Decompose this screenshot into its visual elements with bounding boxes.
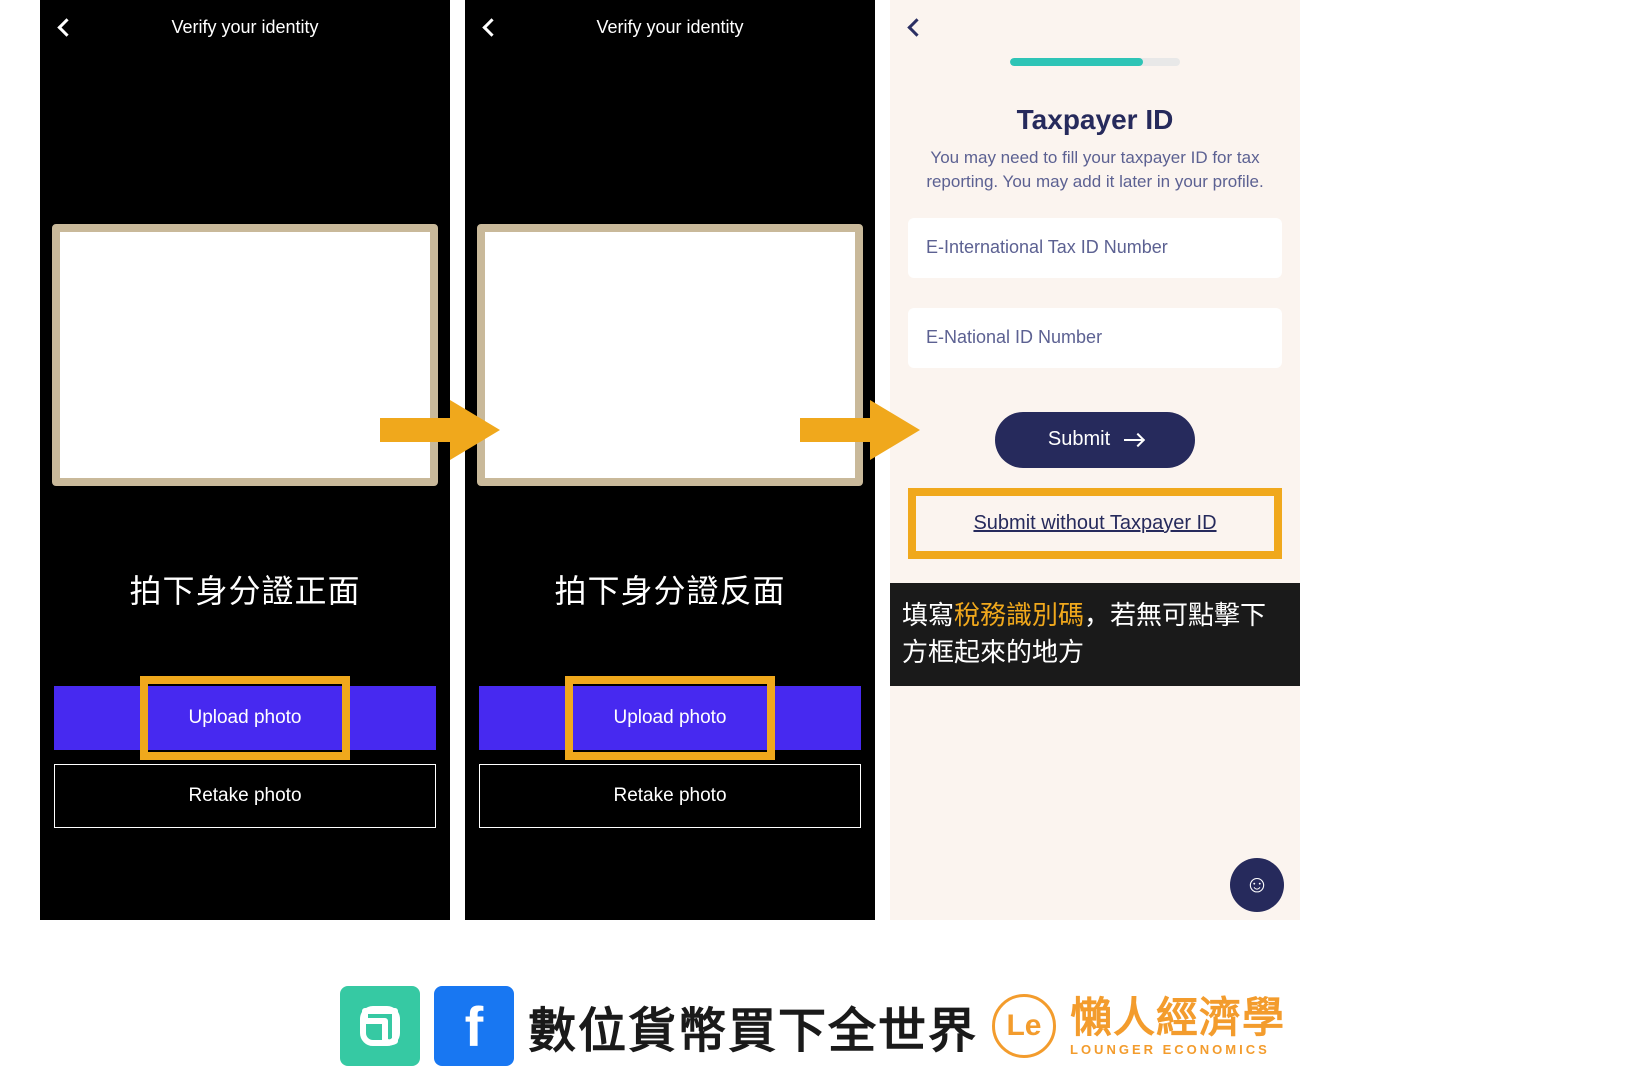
input-placeholder: E-National ID Number	[926, 327, 1102, 348]
app-logo-icon	[340, 986, 420, 1066]
caption-text: 拍下身分證反面	[495, 566, 845, 612]
taxpayer-desc: You may need to fill your taxpayer ID fo…	[890, 136, 1300, 194]
submit-label: Submit	[1048, 428, 1110, 451]
upload-label: Upload photo	[613, 707, 726, 729]
footer: f 數位貨幣買下全世界 Le 懶人經濟學 LOUNGER ECONOMICS	[0, 986, 1625, 1066]
retake-photo-button[interactable]: Retake photo	[479, 764, 861, 828]
upload-photo-button[interactable]: Upload photo	[479, 686, 861, 750]
flow-arrow-icon	[380, 400, 500, 460]
annotation-tip: 填寫稅務識別碼，若無可點擊下方框起來的地方	[890, 583, 1300, 686]
upload-photo-button[interactable]: Upload photo	[54, 686, 436, 750]
progress-bar	[890, 58, 1300, 66]
facebook-icon: f	[434, 986, 514, 1066]
retake-photo-button[interactable]: Retake photo	[54, 764, 436, 828]
intl-tax-id-input[interactable]: E-International Tax ID Number	[908, 218, 1282, 278]
topbar: Verify your identity	[40, 0, 450, 54]
screen-taxpayer-id: Taxpayer ID You may need to fill your ta…	[890, 0, 1300, 920]
taxpayer-title: Taxpayer ID	[890, 104, 1300, 136]
tip-prefix: 填寫	[902, 600, 954, 630]
submit-without-link[interactable]: Submit without Taxpayer ID	[973, 512, 1216, 534]
caption-box: 拍下身分證反面	[489, 546, 851, 632]
back-icon[interactable]	[904, 17, 924, 37]
page-title: Verify your identity	[465, 17, 875, 38]
brand-main: 懶人經濟學	[1070, 997, 1285, 1039]
footer-slogan: 數位貨幣買下全世界	[528, 991, 978, 1061]
lounger-brand: 懶人經濟學 LOUNGER ECONOMICS	[1070, 997, 1285, 1056]
caption-text: 拍下身分證正面	[70, 566, 420, 612]
page-title: Verify your identity	[40, 17, 450, 38]
lounger-logo-icon: Le	[992, 994, 1056, 1058]
tip-highlight: 稅務識別碼	[954, 600, 1084, 630]
upload-label: Upload photo	[188, 707, 301, 729]
brand-sub: LOUNGER ECONOMICS	[1070, 1043, 1285, 1056]
highlight-box: Submit without Taxpayer ID	[908, 488, 1282, 559]
input-placeholder: E-International Tax ID Number	[926, 237, 1168, 258]
caption-box: 拍下身分證正面	[64, 546, 426, 632]
arrow-right-icon	[1124, 439, 1142, 441]
retake-label: Retake photo	[188, 785, 301, 807]
flow-arrow-icon	[800, 400, 920, 460]
topbar: Verify your identity	[465, 0, 875, 54]
submit-button[interactable]: Submit	[995, 412, 1195, 468]
help-icon: ☺	[1245, 871, 1270, 899]
help-fab[interactable]: ☺	[1230, 858, 1284, 912]
topbar	[890, 0, 1300, 54]
retake-label: Retake photo	[613, 785, 726, 807]
national-id-input[interactable]: E-National ID Number	[908, 308, 1282, 368]
